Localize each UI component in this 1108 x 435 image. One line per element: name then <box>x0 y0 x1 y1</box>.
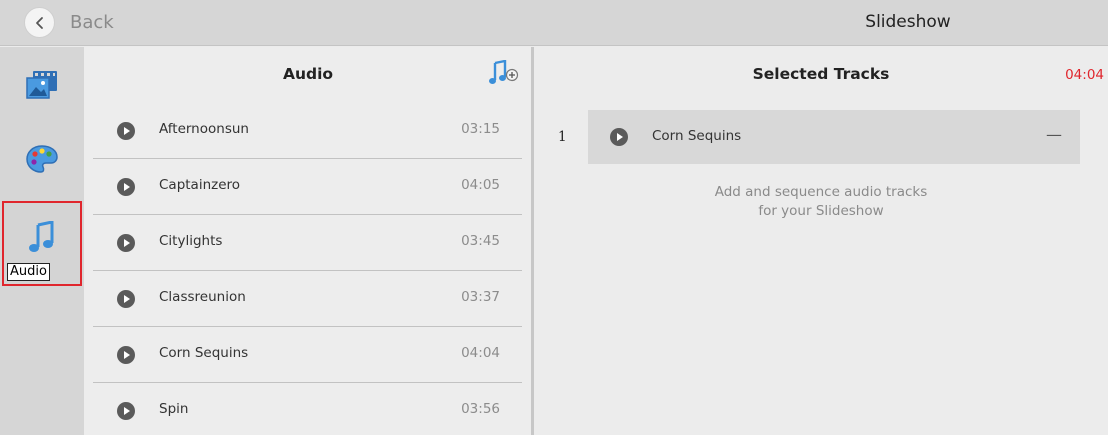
rail-item-media[interactable] <box>0 47 84 127</box>
track-duration: 04:04 <box>461 345 500 361</box>
hint-line-1: Add and sequence audio tracks <box>714 184 928 200</box>
play-icon[interactable] <box>610 128 628 146</box>
track-name: Spin <box>159 401 189 417</box>
track-duration: 03:56 <box>461 401 500 417</box>
side-rail: Audio <box>0 47 84 435</box>
music-note-icon <box>28 220 56 257</box>
track-duration: 03:37 <box>461 289 500 305</box>
hint-line-2: for your Slideshow <box>758 203 884 219</box>
track-list: Afternoonsun 03:15 Captainzero 04:05 Citylig… <box>93 103 522 435</box>
remove-track-button[interactable]: — <box>1046 125 1062 144</box>
list-item[interactable]: Spin 03:56 <box>93 383 522 435</box>
selected-track-name: Corn Sequins <box>652 128 742 144</box>
track-name: Classreunion <box>159 289 246 305</box>
list-item[interactable]: Afternoonsun 03:15 <box>93 103 522 159</box>
selected-tracks-panel: Selected Tracks 04:04 1 Corn Sequins — A… <box>534 47 1108 435</box>
total-duration: 04:04 <box>1065 67 1104 83</box>
media-icon <box>25 69 59 105</box>
selected-title: Selected Tracks <box>752 65 890 83</box>
play-icon[interactable] <box>117 178 135 196</box>
selected-track-row[interactable]: Corn Sequins — <box>588 110 1080 164</box>
title-bar: Back Slideshow <box>0 0 1108 46</box>
list-item[interactable]: Citylights 03:45 <box>93 215 522 271</box>
empty-hint: Add and sequence audio tracks for your S… <box>534 183 1108 221</box>
audio-library-panel: Audio Afternoonsun 03:15 Captainzero 04:05 C… <box>84 47 532 435</box>
track-duration: 04:05 <box>461 177 500 193</box>
back-arrow-icon <box>24 7 55 38</box>
rail-item-audio-label: Audio <box>7 263 50 281</box>
track-name: Captainzero <box>159 177 241 193</box>
list-item[interactable]: Classreunion 03:37 <box>93 271 522 327</box>
track-name: Corn Sequins <box>159 345 249 361</box>
play-icon[interactable] <box>117 234 135 252</box>
window-title: Slideshow <box>865 12 951 32</box>
track-duration: 03:15 <box>461 121 500 137</box>
play-icon[interactable] <box>117 290 135 308</box>
play-icon[interactable] <box>117 122 135 140</box>
slideshow-window: Back Slideshow Audio Audio Afternoonsun … <box>0 0 1108 435</box>
track-duration: 03:45 <box>461 233 500 249</box>
back-label: Back <box>70 12 114 33</box>
play-icon[interactable] <box>117 346 135 364</box>
rail-item-theme[interactable] <box>0 121 84 201</box>
track-name: Afternoonsun <box>159 121 249 137</box>
list-item[interactable]: Corn Sequins 04:04 <box>93 327 522 383</box>
play-icon[interactable] <box>117 402 135 420</box>
add-music-icon[interactable] <box>489 59 519 90</box>
selected-track-index: 1 <box>558 129 567 145</box>
palette-icon <box>25 144 59 178</box>
rail-item-audio[interactable]: Audio <box>2 201 82 286</box>
track-name: Citylights <box>159 233 223 249</box>
back-button[interactable]: Back <box>24 7 114 38</box>
list-item[interactable]: Captainzero 04:05 <box>93 159 522 215</box>
library-title: Audio <box>282 65 334 83</box>
